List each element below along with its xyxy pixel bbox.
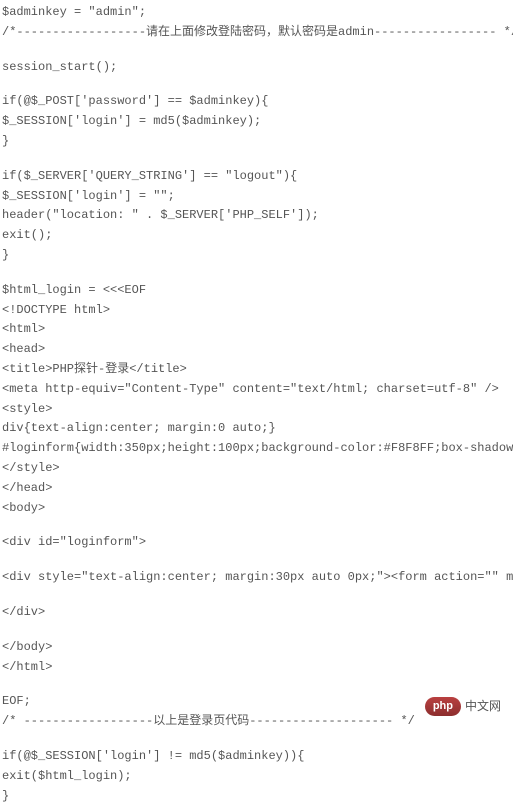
code-line <box>2 153 511 165</box>
code-line: <div style="text-align:center; margin:30… <box>2 569 511 586</box>
code-line <box>2 44 511 56</box>
code-line: <style> <box>2 401 511 418</box>
code-line <box>2 733 511 745</box>
code-line: } <box>2 133 511 150</box>
code-line: <body> <box>2 500 511 517</box>
code-line <box>2 78 511 90</box>
code-line <box>2 678 511 690</box>
code-line: if(@$_POST['password'] == $adminkey){ <box>2 93 511 110</box>
code-line: session_start(); <box>2 59 511 76</box>
code-line: $_SESSION['login'] = md5($adminkey); <box>2 113 511 130</box>
code-line: if($_SERVER['QUERY_STRING'] == "logout")… <box>2 168 511 185</box>
code-line: } <box>2 247 511 264</box>
code-line: <div id="loginform"> <box>2 534 511 551</box>
watermark-pill: php <box>425 697 461 716</box>
code-line: <meta http-equiv="Content-Type" content=… <box>2 381 511 398</box>
code-line: exit(); <box>2 227 511 244</box>
code-line: </head> <box>2 480 511 497</box>
code-line <box>2 589 511 601</box>
code-line: </html> <box>2 659 511 676</box>
code-line: header("location: " . $_SERVER['PHP_SELF… <box>2 207 511 224</box>
code-line: <html> <box>2 321 511 338</box>
code-line: <title>PHP探针-登录</title> <box>2 361 511 378</box>
code-line: </style> <box>2 460 511 477</box>
code-line <box>2 267 511 279</box>
code-line: exit($html_login); <box>2 768 511 785</box>
code-line: </body> <box>2 639 511 656</box>
code-line: div{text-align:center; margin:0 auto;} <box>2 420 511 437</box>
watermark: php 中文网 <box>425 697 501 716</box>
watermark-text: 中文网 <box>465 698 501 715</box>
code-line: /*------------------请在上面修改登陆密码，默认密码是admi… <box>2 24 511 41</box>
code-line: $html_login = <<<EOF <box>2 282 511 299</box>
code-line <box>2 554 511 566</box>
code-line: if(@$_SESSION['login'] != md5($adminkey)… <box>2 748 511 765</box>
code-line: <head> <box>2 341 511 358</box>
code-line: } <box>2 788 511 804</box>
code-line: $_SESSION['login'] = ""; <box>2 188 511 205</box>
code-line: $adminkey = "admin"; <box>2 4 511 21</box>
code-block: $adminkey = "admin"; /*------------------… <box>2 4 511 804</box>
code-line: </div> <box>2 604 511 621</box>
code-line: <!DOCTYPE html> <box>2 302 511 319</box>
code-line: #loginform{width:350px;height:100px;back… <box>2 440 511 457</box>
code-line <box>2 519 511 531</box>
code-line <box>2 624 511 636</box>
